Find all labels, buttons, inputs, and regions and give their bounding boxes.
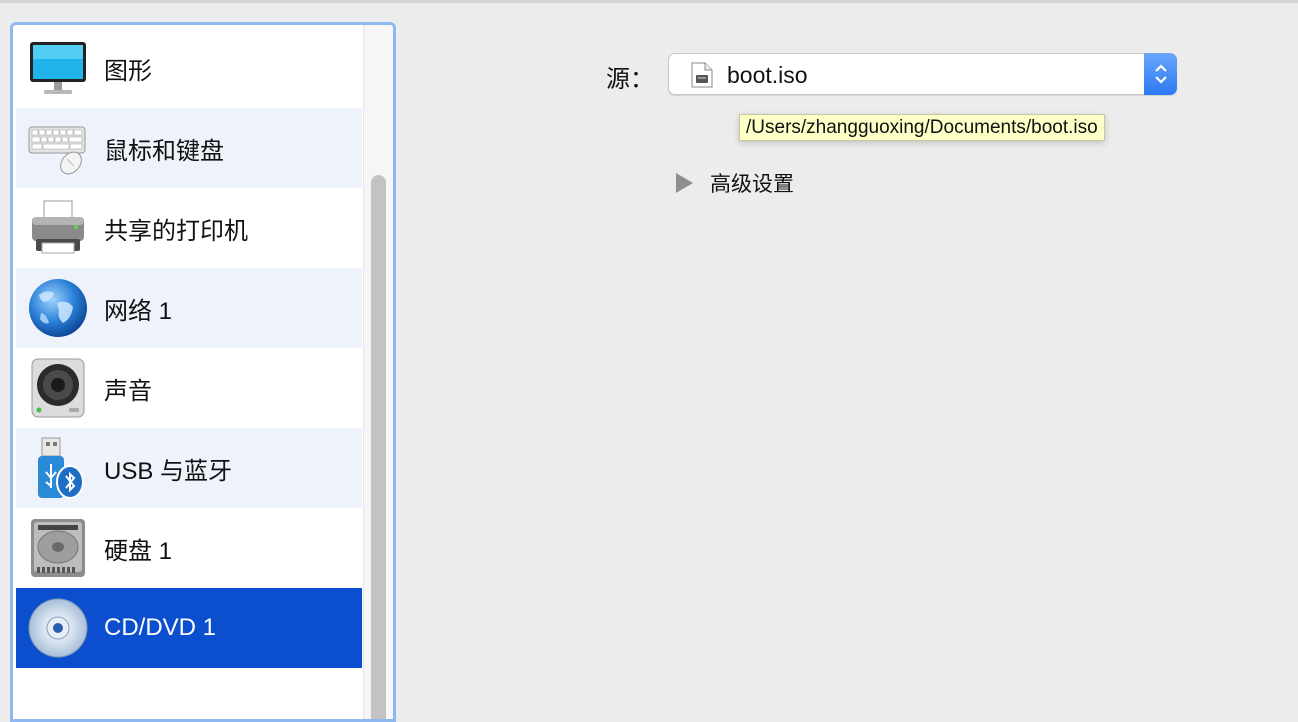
disclosure-triangle-icon[interactable] xyxy=(676,173,693,193)
usb-bluetooth-icon xyxy=(26,436,90,500)
sidebar-item-label: 网络 1 xyxy=(104,297,173,325)
sidebar-item-network[interactable]: 网络 1 xyxy=(16,268,362,348)
keyboard-mouse-icon xyxy=(26,116,90,180)
source-label: 源： xyxy=(606,66,654,93)
hard-disk-icon xyxy=(26,516,90,580)
cd-dvd-icon xyxy=(26,596,90,660)
source-select[interactable]: boot.iso xyxy=(668,53,1177,95)
sidebar-item-label: USB 与蓝牙 xyxy=(104,457,233,485)
sidebar-item-sound[interactable]: 声音 xyxy=(16,348,362,428)
disk-image-file-icon xyxy=(691,62,713,88)
sidebar-item-label: 硬盘 1 xyxy=(104,537,173,565)
sidebar-item-label: 图形 xyxy=(104,57,152,85)
sidebar-item-label: 声音 xyxy=(104,377,152,405)
globe-icon xyxy=(26,276,90,340)
printer-icon xyxy=(26,196,90,260)
window-top-border xyxy=(0,0,1298,3)
settings-list: 图形 鼠标和键盘 共享的打印机 网络 1 声音 USB 与蓝牙 硬盘 1 CD/… xyxy=(16,28,362,719)
sidebar-item-cd-dvd[interactable]: CD/DVD 1 xyxy=(16,588,362,668)
advanced-settings-label: 高级设置 xyxy=(710,173,794,196)
sidebar-item-hard-disk[interactable]: 硬盘 1 xyxy=(16,508,362,588)
source-path-tooltip: /Users/zhangguoxing/Documents/boot.iso xyxy=(739,114,1105,141)
sidebar-item-mouse-keyboard[interactable]: 鼠标和键盘 xyxy=(16,108,362,188)
sidebar-scrollbar-thumb[interactable] xyxy=(371,175,386,719)
source-select-value: boot.iso xyxy=(727,62,808,88)
advanced-settings-disclosure[interactable]: 高级设置 xyxy=(676,168,794,198)
sidebar-item-label: 鼠标和键盘 xyxy=(104,137,224,165)
select-arrows-icon[interactable] xyxy=(1144,53,1177,95)
sidebar-item-usb-bluetooth[interactable]: USB 与蓝牙 xyxy=(16,428,362,508)
settings-sidebar: 图形 鼠标和键盘 共享的打印机 网络 1 声音 USB 与蓝牙 硬盘 1 CD/… xyxy=(10,22,396,722)
sidebar-item-label: CD/DVD 1 xyxy=(104,614,217,641)
monitor-icon xyxy=(26,36,90,100)
sidebar-item-shared-printers[interactable]: 共享的打印机 xyxy=(16,188,362,268)
sidebar-item-label: 共享的打印机 xyxy=(104,217,248,245)
speaker-icon xyxy=(26,356,90,420)
sidebar-item-display[interactable]: 图形 xyxy=(16,28,362,108)
